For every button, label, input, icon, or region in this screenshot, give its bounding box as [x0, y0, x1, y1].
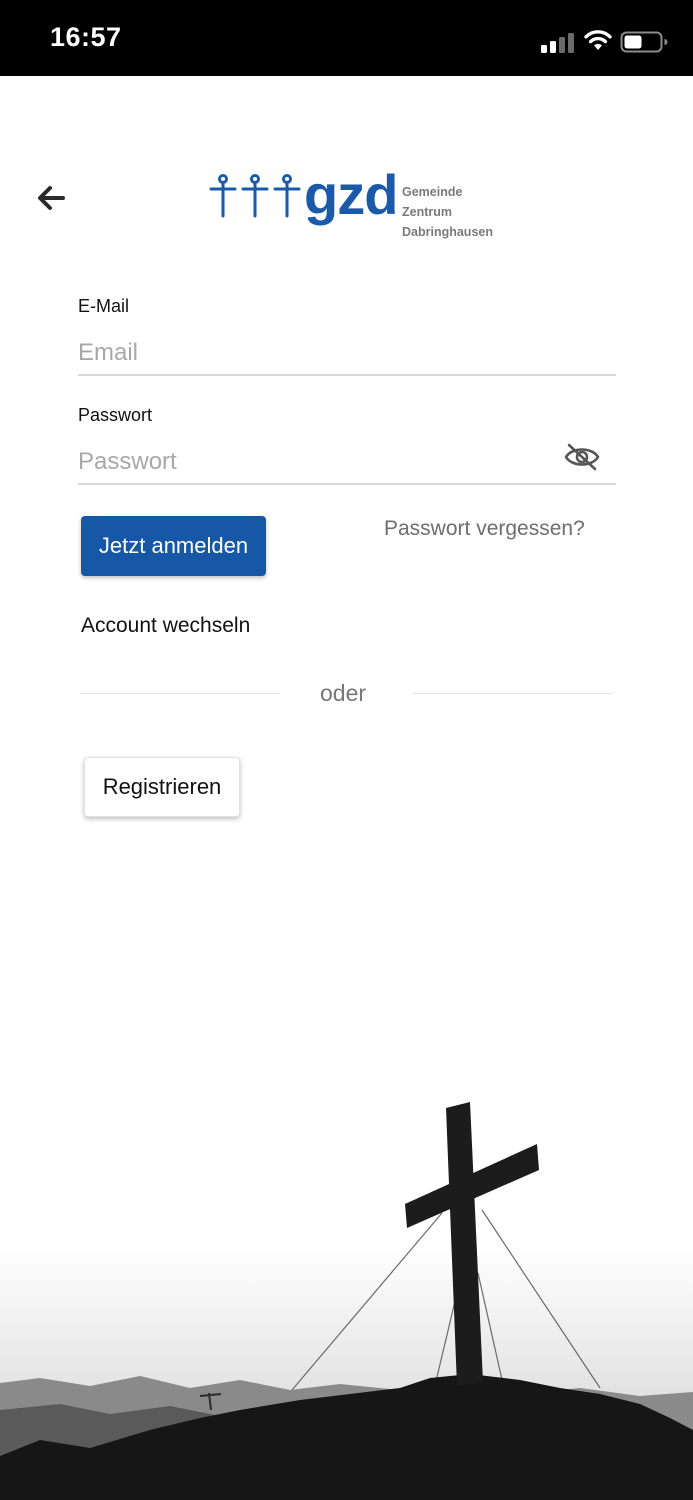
battery-icon — [620, 31, 668, 53]
eye-slash-icon[interactable] — [563, 441, 601, 473]
logo: gzd Gemeinde Zentrum Dabringhausen — [207, 163, 497, 246]
forgot-password-link[interactable]: Passwort vergessen? — [384, 517, 585, 541]
back-arrow-icon[interactable] — [33, 180, 69, 216]
logo-subtitle: Gemeinde Zentrum Dabringhausen — [402, 182, 493, 242]
summit-cross-image — [0, 1038, 693, 1500]
register-button[interactable]: Registrieren — [84, 757, 240, 817]
logo-subtitle-line: Zentrum — [402, 205, 452, 219]
status-bar: 16:57 — [0, 0, 693, 76]
email-field[interactable] — [78, 332, 616, 376]
divider-line-right — [413, 693, 613, 694]
switch-account-link[interactable]: Account wechseln — [81, 614, 250, 638]
logo-subtitle-line: Gemeinde — [402, 185, 463, 199]
wifi-icon — [584, 30, 612, 50]
divider-line-left — [80, 693, 280, 694]
status-time: 16:57 — [50, 22, 122, 52]
login-button[interactable]: Jetzt anmelden — [81, 516, 266, 576]
email-label: E-Mail — [78, 296, 130, 316]
logo-subtitle-line: Dabringhausen — [402, 225, 493, 239]
logo-wordmark: gzd — [304, 163, 398, 226]
cross-figures-icon — [209, 174, 301, 218]
password-label: Passwort — [78, 405, 153, 425]
password-field[interactable] — [78, 441, 616, 485]
cellular-signal-icon — [541, 31, 575, 53]
divider-text: oder — [320, 680, 367, 706]
login-screen: 16:57 gzd Gemeinde Zentrum Dabringhausen… — [0, 0, 693, 1500]
